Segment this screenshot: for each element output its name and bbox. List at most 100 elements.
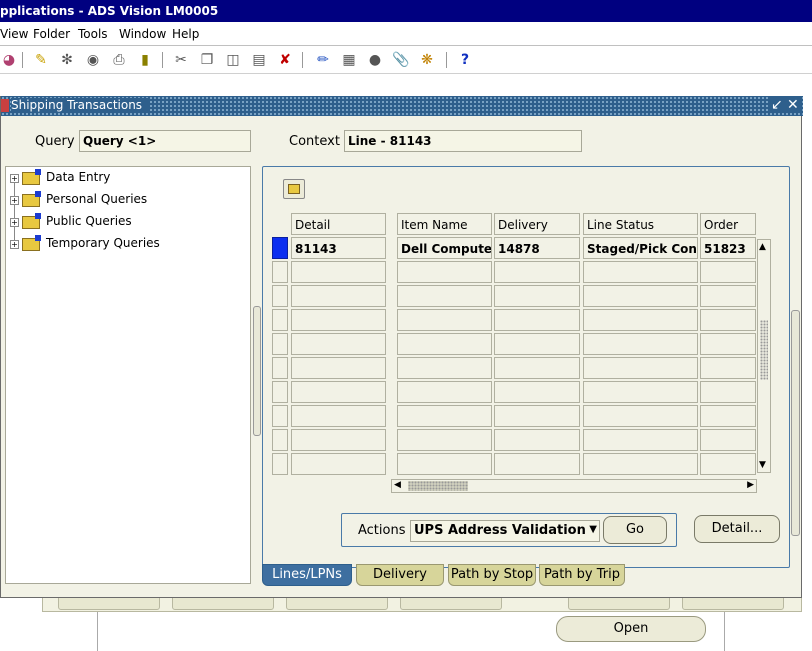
copy-icon[interactable]: ❐ xyxy=(198,51,216,69)
help-icon[interactable]: ? xyxy=(456,51,474,69)
query-field[interactable]: Query <1> xyxy=(79,130,251,152)
table-cell-order[interactable] xyxy=(700,429,756,451)
column-header-delivery[interactable]: Delivery xyxy=(494,213,580,235)
tab-lines-lpns[interactable]: Lines/LPNs xyxy=(262,564,352,586)
scroll-down-icon[interactable]: ▼ xyxy=(759,460,766,470)
table-cell-line-status[interactable] xyxy=(583,453,698,475)
table-cell-order[interactable] xyxy=(700,381,756,403)
table-cell-detail[interactable] xyxy=(291,453,386,475)
table-cell-item-name[interactable] xyxy=(397,381,492,403)
table-cell-order[interactable] xyxy=(700,309,756,331)
navigator-icon[interactable]: ◕ xyxy=(0,51,18,69)
table-cell-detail[interactable] xyxy=(291,309,386,331)
record-indicator[interactable] xyxy=(272,429,288,451)
go-button[interactable]: Go xyxy=(603,516,667,544)
table-cell-item-name[interactable] xyxy=(397,453,492,475)
menu-help[interactable]: Help xyxy=(172,27,199,41)
scroll-up-icon[interactable]: ▲ xyxy=(759,242,766,252)
table-cell-line-status[interactable] xyxy=(583,405,698,427)
scroll-thumb[interactable] xyxy=(408,481,468,491)
table-cell-item-name[interactable] xyxy=(397,429,492,451)
table-horizontal-scrollbar[interactable]: ◀ ▶ xyxy=(391,479,757,493)
column-header-line-status[interactable]: Line Status xyxy=(583,213,698,235)
table-cell-item-name[interactable] xyxy=(397,261,492,283)
column-header-item-name[interactable]: Item Name xyxy=(397,213,492,235)
table-cell-line-status[interactable] xyxy=(583,381,698,403)
table-cell-line-status[interactable]: Staged/Pick Conf xyxy=(583,237,698,259)
table-cell-delivery[interactable] xyxy=(494,333,580,355)
table-cell-delivery[interactable] xyxy=(494,381,580,403)
find-icon[interactable]: ✻ xyxy=(58,51,76,69)
tab-path-by-trip[interactable]: Path by Trip xyxy=(539,564,625,586)
table-cell-order[interactable] xyxy=(700,405,756,427)
table-cell-delivery[interactable] xyxy=(494,429,580,451)
chevron-down-icon[interactable]: ▼ xyxy=(589,524,597,535)
table-cell-detail[interactable] xyxy=(291,333,386,355)
close-form-icon[interactable]: ▮ xyxy=(136,51,154,69)
table-cell-line-status[interactable] xyxy=(583,309,698,331)
record-indicator[interactable] xyxy=(272,309,288,331)
table-cell-detail[interactable] xyxy=(291,261,386,283)
minimize-icon[interactable]: ↙ xyxy=(769,97,785,113)
column-header-detail[interactable]: Detail xyxy=(291,213,386,235)
expand-icon[interactable]: + xyxy=(10,196,19,205)
edit-field-icon[interactable]: ✏ xyxy=(314,51,332,69)
record-indicator[interactable] xyxy=(272,381,288,403)
column-header-order[interactable]: Order xyxy=(700,213,756,235)
menu-view[interactable]: View xyxy=(0,27,28,41)
menu-window[interactable]: Window xyxy=(119,27,166,41)
save-icon[interactable]: ◉ xyxy=(84,51,102,69)
table-cell-detail[interactable] xyxy=(291,381,386,403)
translations-icon[interactable]: ● xyxy=(366,51,384,69)
table-cell-delivery[interactable] xyxy=(494,261,580,283)
close-icon[interactable]: ✕ xyxy=(785,97,801,113)
expand-icon[interactable]: + xyxy=(10,174,19,183)
table-vertical-scrollbar[interactable]: ▲ ▼ xyxy=(757,239,771,473)
detail-button[interactable]: Detail... xyxy=(694,515,780,543)
record-indicator[interactable] xyxy=(272,405,288,427)
table-cell-order[interactable] xyxy=(700,285,756,307)
context-field[interactable]: Line - 81143 xyxy=(344,130,582,152)
record-indicator[interactable] xyxy=(272,357,288,379)
table-cell-item-name[interactable] xyxy=(397,309,492,331)
table-cell-line-status[interactable] xyxy=(583,285,698,307)
table-cell-line-status[interactable] xyxy=(583,357,698,379)
record-indicator[interactable] xyxy=(272,453,288,475)
table-cell-line-status[interactable] xyxy=(583,261,698,283)
table-cell-item-name[interactable] xyxy=(397,357,492,379)
open-folder-button[interactable] xyxy=(283,179,305,199)
table-cell-detail[interactable] xyxy=(291,405,386,427)
record-indicator[interactable] xyxy=(272,285,288,307)
folder-tools-icon[interactable]: ❋ xyxy=(418,51,436,69)
new-icon[interactable]: ✎ xyxy=(32,51,50,69)
record-indicator[interactable] xyxy=(272,261,288,283)
table-cell-delivery[interactable] xyxy=(494,309,580,331)
table-cell-item-name[interactable] xyxy=(397,285,492,307)
table-cell-delivery[interactable]: 14878 xyxy=(494,237,580,259)
table-cell-detail[interactable] xyxy=(291,429,386,451)
table-cell-delivery[interactable] xyxy=(494,453,580,475)
menu-tools[interactable]: Tools xyxy=(78,27,108,41)
expand-icon[interactable]: + xyxy=(10,218,19,227)
table-cell-order[interactable]: 51823 xyxy=(700,237,756,259)
window-title-bar[interactable]: Shipping Transactions ↙ ✕ xyxy=(1,96,803,116)
actions-select[interactable]: UPS Address Validation ▼ xyxy=(410,520,600,542)
menu-folder[interactable]: Folder xyxy=(33,27,70,41)
table-cell-item-name[interactable]: Dell Computer xyxy=(397,237,492,259)
table-cell-delivery[interactable] xyxy=(494,357,580,379)
table-cell-detail[interactable] xyxy=(291,357,386,379)
table-cell-delivery[interactable] xyxy=(494,285,580,307)
current-record-indicator[interactable] xyxy=(272,237,288,259)
record-indicator[interactable] xyxy=(272,333,288,355)
table-cell-order[interactable] xyxy=(700,453,756,475)
table-cell-detail[interactable] xyxy=(291,285,386,307)
scroll-right-icon[interactable]: ▶ xyxy=(747,480,754,490)
paste-icon[interactable]: ◫ xyxy=(224,51,242,69)
expand-icon[interactable]: + xyxy=(10,240,19,249)
table-cell-delivery[interactable] xyxy=(494,405,580,427)
delete-record-icon[interactable]: ✘ xyxy=(276,51,294,69)
table-cell-order[interactable] xyxy=(700,357,756,379)
table-cell-item-name[interactable] xyxy=(397,333,492,355)
table-cell-order[interactable] xyxy=(700,333,756,355)
print-icon[interactable]: ⎙ xyxy=(110,51,128,69)
